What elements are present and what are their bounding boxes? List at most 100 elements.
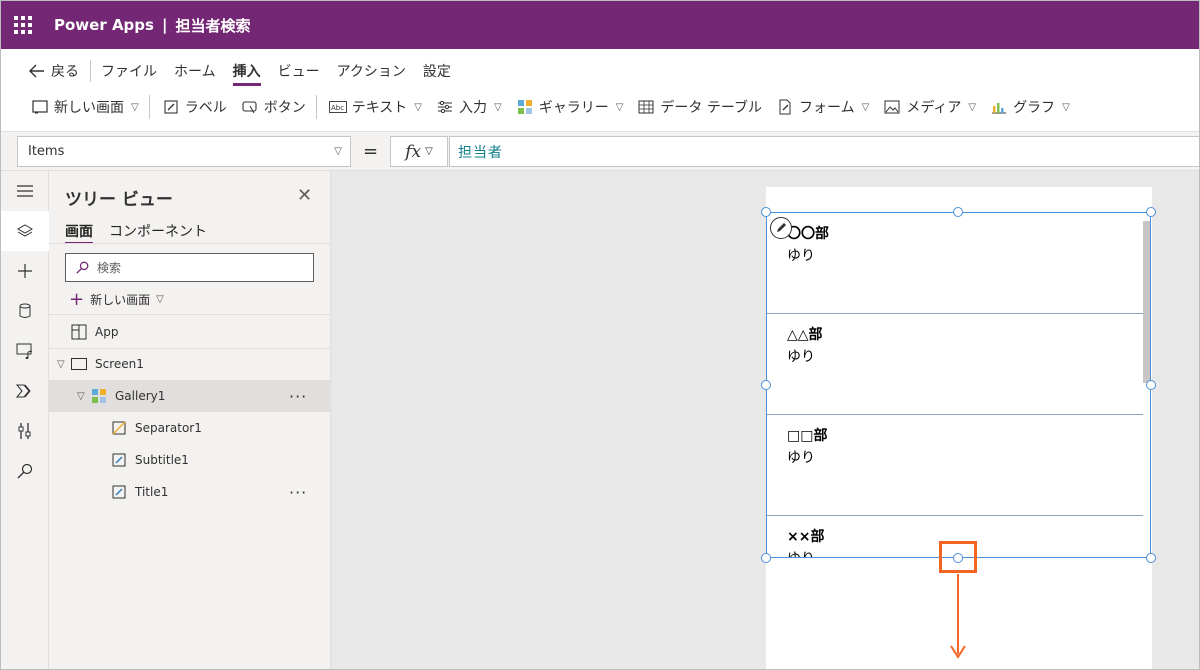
chevron-down-icon: ▽ — [131, 101, 139, 113]
media-icon[interactable] — [1, 331, 49, 371]
resize-handle-right[interactable] — [1146, 380, 1156, 390]
fx-button[interactable]: fx ▽ — [390, 136, 448, 167]
tree-node-label: Title1 — [135, 485, 169, 499]
table-icon — [637, 98, 655, 116]
new-screen-icon — [31, 98, 49, 116]
gallery-button[interactable]: ギャラリー ▽ — [516, 97, 624, 117]
chart-label: グラフ — [1013, 100, 1056, 116]
tree-new-screen-button[interactable]: + 新しい画面 ▽ — [69, 288, 164, 310]
chevron-down-icon: ▽ — [334, 146, 342, 157]
gallery-item-title: ××部 — [787, 529, 825, 545]
divider — [49, 243, 331, 244]
chart-button[interactable]: グラフ ▽ — [990, 97, 1070, 117]
app-launcher-icon[interactable] — [14, 16, 32, 34]
menu-action[interactable]: アクション — [337, 57, 406, 85]
tree-view-layers-icon[interactable] — [1, 211, 49, 251]
input-button[interactable]: 入力 ▽ — [436, 97, 502, 117]
resize-handle-top-left[interactable] — [761, 207, 771, 217]
resize-handle-left[interactable] — [761, 380, 771, 390]
data-table-button[interactable]: データ テーブル — [637, 97, 762, 117]
resize-handle-top-right[interactable] — [1146, 207, 1156, 217]
search-placeholder: 検索 — [97, 261, 122, 275]
gallery-item-title: △△部 — [787, 327, 823, 343]
formula-input[interactable]: 担当者 — [449, 136, 1199, 167]
media-label: メディア — [906, 100, 962, 116]
insert-plus-icon[interactable] — [1, 251, 49, 291]
left-rail — [1, 171, 49, 669]
menu-file[interactable]: ファイル — [101, 57, 157, 85]
back-button[interactable]: 戻る — [29, 57, 79, 85]
gallery-control[interactable]: 〇〇部 ゆり △△部 ゆり □□部 ゆり ××部 ゆり — [766, 212, 1151, 558]
search-input[interactable]: 検索 — [65, 253, 314, 282]
menu-settings[interactable]: 設定 — [423, 57, 451, 85]
media-button[interactable]: メディア ▽ — [883, 97, 976, 117]
menu-home[interactable]: ホーム — [174, 57, 216, 85]
svg-text:Abc: Abc — [331, 104, 344, 112]
close-icon[interactable]: ✕ — [297, 185, 312, 206]
plus-icon: + — [69, 288, 85, 310]
separator-icon — [111, 420, 127, 436]
more-options-button[interactable]: ··· — [289, 483, 307, 502]
tab-components[interactable]: コンポーネント — [109, 221, 207, 241]
search-icon[interactable] — [1, 451, 49, 491]
power-automate-icon[interactable] — [1, 371, 49, 411]
input-sliders-icon — [436, 98, 454, 116]
highlight-annotation-box — [939, 541, 977, 573]
chevron-down-icon: ▽ — [425, 146, 433, 157]
tree-node-label: Separator1 — [135, 421, 202, 435]
edit-template-pencil-icon[interactable] — [770, 217, 792, 239]
ribbon-divider — [315, 95, 317, 119]
advanced-tools-icon[interactable] — [1, 411, 49, 451]
tree-node-subtitle1[interactable]: Subtitle1 — [49, 444, 331, 476]
new-screen-button[interactable]: 新しい画面 ▽ — [31, 97, 139, 117]
resize-handle-bottom-right[interactable] — [1146, 553, 1156, 563]
button-button[interactable]: ボタン — [241, 97, 306, 117]
app-name: Power Apps — [54, 16, 154, 34]
gallery-item[interactable]: △△部 ゆり — [767, 314, 1143, 415]
arrow-head-icon — [950, 645, 966, 659]
tree-node-label: Subtitle1 — [135, 453, 189, 467]
menu-view[interactable]: ビュー — [278, 57, 320, 85]
label-button[interactable]: ラベル — [162, 97, 227, 117]
chevron-down-icon[interactable]: ▽ — [77, 391, 89, 402]
property-selector[interactable]: Items ▽ — [17, 136, 351, 167]
tree-node-title1[interactable]: Title1 ··· — [49, 476, 331, 508]
gallery-item-subtitle: ゆり — [787, 248, 815, 264]
tree-node-separator1[interactable]: Separator1 — [49, 412, 331, 444]
more-options-button[interactable]: ··· — [289, 387, 307, 406]
gallery-item[interactable]: 〇〇部 ゆり — [767, 213, 1143, 314]
chevron-down-icon[interactable]: ▽ — [57, 359, 69, 370]
menu-bar: 戻る ファイル ホーム 挿入 ビュー アクション 設定 — [1, 57, 1199, 86]
tree-node-app[interactable]: App — [49, 316, 331, 348]
formula-bar: Items ▽ = fx ▽ 担当者 — [1, 131, 1199, 171]
data-cylinder-icon[interactable] — [1, 291, 49, 331]
divider — [49, 314, 331, 315]
tree-new-screen-label: 新しい画面 — [90, 293, 151, 307]
form-button[interactable]: フォーム ▽ — [776, 97, 869, 117]
tree-node-gallery1[interactable]: ▽ Gallery1 ··· — [49, 380, 331, 412]
resize-handle-top[interactable] — [953, 207, 963, 217]
tree-node-screen1[interactable]: ▽ Screen1 — [49, 348, 331, 380]
title-separator: | — [161, 16, 168, 34]
app-window: Power Apps | 担当者検索 戻る ファイル ホーム 挿入 ビュー アク… — [0, 0, 1200, 670]
gallery-item-subtitle: ゆり — [787, 450, 815, 466]
scrollbar-thumb[interactable] — [1143, 221, 1150, 383]
button-label: ボタン — [263, 100, 306, 116]
chevron-down-icon: ▽ — [494, 101, 502, 113]
tree-node-label: Screen1 — [95, 357, 144, 371]
chevron-down-icon: ▽ — [615, 101, 624, 113]
gallery-item-title: 〇〇部 — [787, 226, 829, 242]
tab-screens[interactable]: 画面 — [65, 221, 93, 244]
image-icon — [883, 98, 901, 116]
search-icon — [76, 261, 89, 274]
gallery-item[interactable]: □□部 ゆり — [767, 415, 1143, 516]
hamburger-menu-icon[interactable] — [1, 171, 49, 211]
tree-tabs: 画面 コンポーネント — [65, 221, 207, 244]
menu-insert[interactable]: 挿入 — [232, 57, 261, 86]
text-button[interactable]: Abc テキスト ▽ — [328, 97, 422, 117]
chevron-down-icon: ▽ — [414, 101, 422, 113]
resize-handle-bottom-left[interactable] — [761, 553, 771, 563]
gallery-label: ギャラリー — [538, 100, 609, 116]
chevron-down-icon: ▽ — [1062, 101, 1070, 113]
ribbon-divider — [148, 95, 150, 119]
